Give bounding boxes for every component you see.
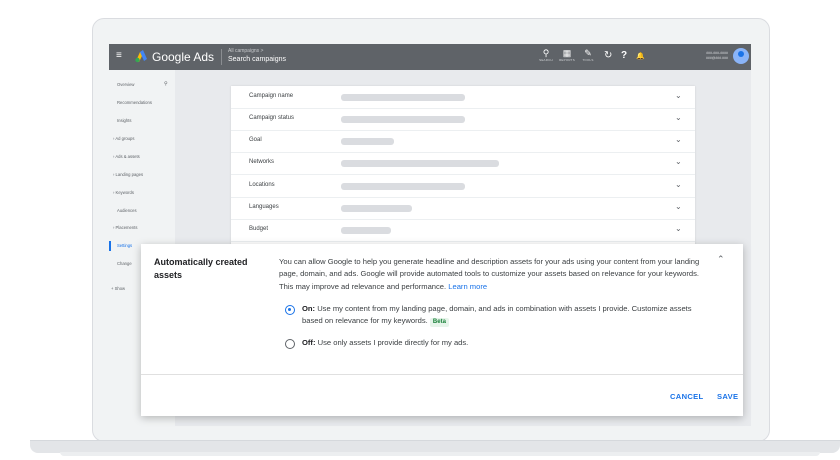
tools-label: TOOLS: [582, 58, 594, 62]
radio-on[interactable]: [285, 305, 295, 315]
sidebar-item-change-history[interactable]: Change: [117, 261, 132, 266]
search-label: SEARCH: [539, 58, 553, 62]
option-off-label: Off:: [302, 338, 316, 347]
option-on-description: Use my content from my landing page, dom…: [302, 304, 692, 326]
menu-icon[interactable]: ≡: [116, 51, 126, 61]
value-placeholder-bar: [341, 94, 465, 101]
campaign-settings-panel: Campaign name ⌄ Campaign status ⌄ Goal ⌄…: [231, 86, 695, 268]
settings-row-budget[interactable]: Budget ⌄: [231, 219, 695, 242]
tools-icon: ✎: [584, 48, 592, 58]
chevron-down-icon[interactable]: ⌄: [675, 113, 682, 122]
sidebar-item-landing-pages[interactable]: › Landing pages: [113, 172, 143, 177]
settings-row-goal[interactable]: Goal ⌄: [231, 130, 695, 153]
account-email: ###@###.###: [705, 56, 728, 60]
settings-row-campaign-name[interactable]: Campaign name ⌄: [231, 86, 695, 109]
product-name: Google Ads: [152, 50, 215, 64]
value-placeholder-bar: [341, 183, 465, 190]
settings-row-label: Locations: [249, 182, 275, 188]
card-divider: [141, 374, 743, 375]
breadcrumb-current[interactable]: Search campaigns: [228, 56, 286, 63]
settings-row-networks[interactable]: Networks ⌄: [231, 152, 695, 175]
chevron-up-icon[interactable]: ⌃: [717, 254, 725, 265]
settings-row-label: Goal: [249, 137, 262, 143]
value-placeholder-bar: [341, 205, 412, 212]
settings-row-label: Campaign name: [249, 93, 294, 99]
sidebar-item-show-more[interactable]: + Show: [111, 286, 125, 291]
sidebar-item-audiences[interactable]: Audiences: [117, 208, 137, 213]
pin-icon[interactable]: ⚲: [164, 81, 168, 87]
sidebar-active-indicator: [109, 241, 111, 251]
search-button[interactable]: ⚲ SEARCH: [538, 48, 554, 62]
option-off-text[interactable]: Off: Use only assets I provide directly …: [302, 337, 702, 349]
learn-more-link[interactable]: Learn more: [448, 282, 487, 291]
settings-row-label: Budget: [249, 226, 269, 232]
sidebar-item-keywords[interactable]: › Keywords: [113, 190, 134, 195]
value-placeholder-bar: [341, 116, 465, 123]
sidebar-item-placements[interactable]: › Placements: [113, 225, 137, 230]
automatically-created-assets-card: Automatically created assets You can all…: [141, 244, 743, 416]
value-placeholder-bar: [341, 138, 394, 145]
top-app-bar: ≡ Google Ads All campaigns > Search camp…: [109, 44, 751, 70]
tools-button[interactable]: ✎ TOOLS: [580, 48, 596, 62]
beta-badge: Beta: [429, 318, 449, 328]
card-title: Automatically created assets: [154, 257, 248, 280]
settings-row-label: Campaign status: [249, 115, 295, 121]
settings-row-locations[interactable]: Locations ⌄: [231, 175, 695, 198]
reports-button[interactable]: ▦ REPORTS: [559, 48, 575, 62]
settings-row-languages[interactable]: Languages ⌄: [231, 197, 695, 220]
chevron-down-icon[interactable]: ⌄: [675, 180, 682, 189]
value-placeholder-bar: [341, 227, 391, 234]
sidebar-item-settings[interactable]: Settings: [117, 243, 132, 248]
value-placeholder-bar: [341, 160, 499, 167]
option-on-text[interactable]: On: Use my content from my landing page,…: [302, 303, 702, 328]
sidebar-item-insights[interactable]: Insights: [117, 118, 131, 123]
chevron-down-icon[interactable]: ⌄: [675, 91, 682, 100]
help-icon[interactable]: ?: [621, 50, 627, 61]
sidebar-item-ad-groups[interactable]: › Ad groups: [113, 136, 134, 141]
settings-row-label: Networks: [249, 159, 275, 165]
settings-row-campaign-status[interactable]: Campaign status ⌄: [231, 108, 695, 131]
laptop-base-shadow: [60, 452, 820, 456]
topbar-divider: [221, 49, 222, 65]
chevron-down-icon[interactable]: ⌄: [675, 202, 682, 211]
option-off-description: Use only assets I provide directly for m…: [317, 338, 469, 347]
reports-icon: ▦: [562, 48, 572, 58]
breadcrumb-parent[interactable]: All campaigns >: [228, 48, 263, 54]
radio-off[interactable]: [285, 339, 295, 349]
account-info[interactable]: ###-###-#### ###@###.###: [684, 51, 728, 61]
save-button[interactable]: SAVE: [717, 392, 738, 401]
sidebar-item-recommendations[interactable]: Recommendations: [117, 100, 152, 105]
reports-label: REPORTS: [559, 58, 575, 62]
card-description-text: You can allow Google to help you generat…: [279, 257, 700, 291]
cancel-button[interactable]: CANCEL: [670, 392, 703, 401]
google-ads-logo-icon: [135, 50, 147, 63]
refresh-icon[interactable]: ↻: [604, 50, 612, 61]
search-icon: ⚲: [542, 48, 550, 58]
sidebar-item-ads-assets[interactable]: › Ads & assets: [113, 154, 140, 159]
card-description: You can allow Google to help you generat…: [279, 256, 704, 293]
chevron-down-icon[interactable]: ⌄: [675, 135, 682, 144]
sidebar-item-overview[interactable]: Overview: [117, 82, 134, 87]
avatar[interactable]: [733, 48, 749, 64]
chevron-down-icon[interactable]: ⌄: [675, 157, 682, 166]
notifications-icon[interactable]: 🔔: [636, 52, 645, 60]
chevron-down-icon[interactable]: ⌄: [675, 224, 682, 233]
option-on-label: On:: [302, 304, 316, 313]
settings-row-label: Languages: [249, 204, 279, 210]
